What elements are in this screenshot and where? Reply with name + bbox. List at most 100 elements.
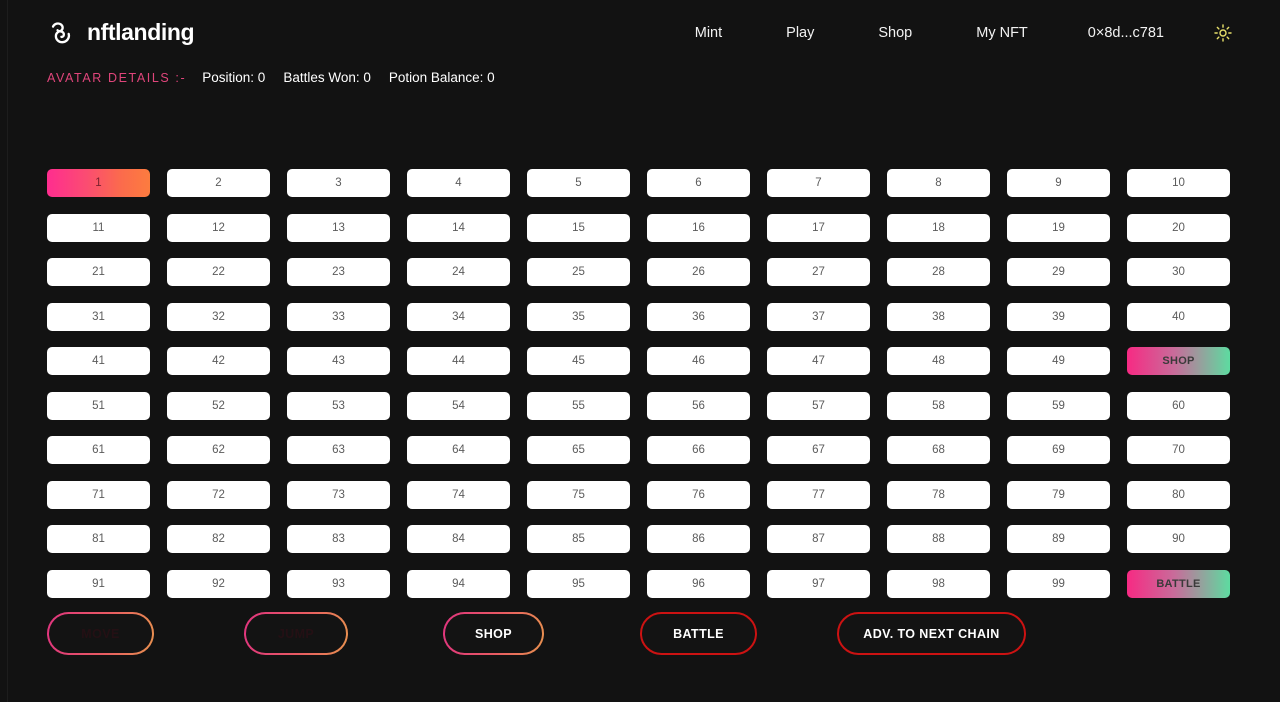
board-cell[interactable]: 28 — [887, 258, 990, 286]
board-cell[interactable]: 33 — [287, 302, 390, 331]
board-cell[interactable]: 45 — [527, 347, 630, 375]
board-cell[interactable]: 24 — [407, 258, 510, 286]
jump-button[interactable]: JUMP — [244, 612, 348, 655]
board-cell[interactable]: 68 — [887, 436, 990, 464]
board-cell[interactable]: 5 — [527, 169, 630, 197]
board-cell[interactable]: 49 — [1007, 347, 1110, 375]
board-cell[interactable]: 59 — [1007, 391, 1110, 420]
board-cell[interactable]: 74 — [407, 480, 510, 509]
board-cell[interactable]: 36 — [647, 302, 750, 331]
board-cell[interactable]: 87 — [767, 525, 870, 553]
board-cell-battle[interactable]: BATTLE — [1127, 569, 1230, 598]
board-cell[interactable]: 26 — [647, 258, 750, 286]
board-cell[interactable]: 95 — [527, 569, 630, 598]
board-cell[interactable]: 70 — [1127, 436, 1230, 464]
board-cell[interactable]: 67 — [767, 436, 870, 464]
board-cell[interactable]: 90 — [1127, 525, 1230, 553]
board-cell[interactable]: 79 — [1007, 480, 1110, 509]
board-cell-shop[interactable]: SHOP — [1127, 347, 1230, 375]
advance-to-next-chain-button[interactable]: ADV. TO NEXT CHAIN — [837, 612, 1026, 655]
board-cell[interactable]: 22 — [167, 258, 270, 286]
board-cell[interactable]: 82 — [167, 525, 270, 553]
board-cell[interactable]: 19 — [1007, 213, 1110, 242]
board-cell[interactable]: 20 — [1127, 213, 1230, 242]
board-cell[interactable]: 23 — [287, 258, 390, 286]
board-cell[interactable]: 10 — [1127, 169, 1230, 197]
board-cell[interactable]: 12 — [167, 213, 270, 242]
board-cell[interactable]: 46 — [647, 347, 750, 375]
board-cell[interactable]: 7 — [767, 169, 870, 197]
board-cell[interactable]: 78 — [887, 480, 990, 509]
board-cell[interactable]: 8 — [887, 169, 990, 197]
board-cell[interactable]: 64 — [407, 436, 510, 464]
board-cell[interactable]: 18 — [887, 213, 990, 242]
board-cell[interactable]: 37 — [767, 302, 870, 331]
board-cell[interactable]: 17 — [767, 213, 870, 242]
board-cell[interactable]: 6 — [647, 169, 750, 197]
shop-button[interactable]: SHOP — [443, 612, 544, 655]
battle-button[interactable]: BATTLE — [640, 612, 757, 655]
nav-item-wallet-address[interactable]: 0×8d...c781 — [1078, 19, 1174, 47]
board-cell[interactable]: 86 — [647, 525, 750, 553]
board-cell[interactable]: 43 — [287, 347, 390, 375]
board-cell[interactable]: 53 — [287, 391, 390, 420]
board-cell[interactable]: 30 — [1127, 258, 1230, 286]
board-cell[interactable]: 85 — [527, 525, 630, 553]
board-cell[interactable]: 47 — [767, 347, 870, 375]
board-cell[interactable]: 80 — [1127, 480, 1230, 509]
board-cell[interactable]: 73 — [287, 480, 390, 509]
nav-item-mint[interactable]: Mint — [685, 19, 732, 47]
board-cell[interactable]: 54 — [407, 391, 510, 420]
board-cell[interactable]: 93 — [287, 569, 390, 598]
board-cell[interactable]: 32 — [167, 302, 270, 331]
board-cell[interactable]: 69 — [1007, 436, 1110, 464]
board-cell[interactable]: 15 — [527, 213, 630, 242]
board-cell[interactable]: 27 — [767, 258, 870, 286]
board-cell[interactable]: 44 — [407, 347, 510, 375]
board-cell[interactable]: 96 — [647, 569, 750, 598]
board-cell[interactable]: 81 — [47, 525, 150, 553]
move-button[interactable]: MOVE — [47, 612, 154, 655]
board-cell[interactable]: 48 — [887, 347, 990, 375]
board-cell[interactable]: 9 — [1007, 169, 1110, 197]
board-cell[interactable]: 92 — [167, 569, 270, 598]
board-cell[interactable]: 56 — [647, 391, 750, 420]
board-cell[interactable]: 52 — [167, 391, 270, 420]
board-cell[interactable]: 41 — [47, 347, 150, 375]
board-cell[interactable]: 83 — [287, 525, 390, 553]
board-cell[interactable]: 29 — [1007, 258, 1110, 286]
board-cell[interactable]: 13 — [287, 213, 390, 242]
board-cell[interactable]: 63 — [287, 436, 390, 464]
board-cell[interactable]: 21 — [47, 258, 150, 286]
nav-item-play[interactable]: Play — [776, 19, 824, 47]
board-cell[interactable]: 31 — [47, 302, 150, 331]
board-cell[interactable]: 72 — [167, 480, 270, 509]
board-cell[interactable]: 58 — [887, 391, 990, 420]
board-cell[interactable]: 40 — [1127, 302, 1230, 331]
board-cell[interactable]: 42 — [167, 347, 270, 375]
board-cell[interactable]: 4 — [407, 169, 510, 197]
board-cell[interactable]: 89 — [1007, 525, 1110, 553]
board-cell[interactable]: 34 — [407, 302, 510, 331]
sun-icon[interactable] — [1212, 22, 1234, 44]
board-cell[interactable]: 39 — [1007, 302, 1110, 331]
board-cell[interactable]: 16 — [647, 213, 750, 242]
board-cell[interactable]: 88 — [887, 525, 990, 553]
board-cell[interactable]: 76 — [647, 480, 750, 509]
nav-item-shop[interactable]: Shop — [868, 19, 922, 47]
board-cell[interactable]: 61 — [47, 436, 150, 464]
board-cell[interactable]: 94 — [407, 569, 510, 598]
board-cell[interactable]: 84 — [407, 525, 510, 553]
board-cell[interactable]: 35 — [527, 302, 630, 331]
nav-item-my-nft[interactable]: My NFT — [966, 19, 1038, 47]
board-cell[interactable]: 2 — [167, 169, 270, 197]
board-cell[interactable]: 25 — [527, 258, 630, 286]
board-cell[interactable]: 1 — [47, 169, 150, 197]
board-cell[interactable]: 91 — [47, 569, 150, 598]
board-cell[interactable]: 14 — [407, 213, 510, 242]
board-cell[interactable]: 51 — [47, 391, 150, 420]
board-cell[interactable]: 11 — [47, 213, 150, 242]
board-cell[interactable]: 66 — [647, 436, 750, 464]
board-cell[interactable]: 62 — [167, 436, 270, 464]
board-cell[interactable]: 77 — [767, 480, 870, 509]
